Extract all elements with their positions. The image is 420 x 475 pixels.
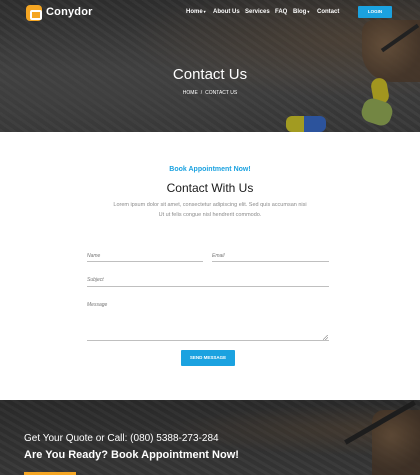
caret-down-icon: ▾ — [307, 9, 310, 14]
nav-item-home[interactable]: Home▾ — [186, 9, 206, 15]
send-message-button[interactable]: SEND MESSAGE — [181, 350, 235, 366]
section-description: Lorem ipsum dolor sit amet, consectetur … — [113, 202, 307, 218]
nav-item-faq[interactable]: FAQ — [275, 9, 287, 15]
nav-item-label: Blog — [293, 9, 307, 15]
cta-heading: Are You Ready? Book Appointment Now! — [24, 449, 239, 461]
section-subtitle: Book Appointment Now! — [169, 166, 251, 173]
breadcrumb: HOME / CONTACT US — [0, 90, 420, 96]
resize-grip-icon[interactable] — [323, 335, 328, 340]
email-field[interactable] — [212, 250, 329, 262]
caret-down-icon: ▾ — [203, 9, 206, 14]
section-title: Contact With Us — [166, 181, 254, 195]
breadcrumb-home[interactable]: HOME — [183, 90, 198, 96]
subject-field[interactable] — [87, 274, 329, 287]
breadcrumb-current: CONTACT US — [205, 90, 238, 96]
page-title: Contact Us — [172, 66, 248, 83]
nav-item-label: Home — [186, 9, 203, 15]
message-field[interactable] — [87, 301, 329, 341]
brand-name[interactable]: Conydor — [46, 6, 93, 18]
cta-quote-text: Get Your Quote or Call: (080) 5388-273-2… — [24, 433, 219, 444]
name-field[interactable] — [87, 250, 203, 262]
construction-logo-icon[interactable] — [26, 5, 42, 21]
nav-item-contact[interactable]: Contact — [317, 9, 339, 15]
nav-item-about[interactable]: About Us — [213, 9, 240, 15]
login-button[interactable]: LOGIN — [358, 6, 392, 18]
nav-item-services[interactable]: Services — [245, 9, 270, 15]
nav-item-blog[interactable]: Blog▾ — [293, 9, 309, 15]
breadcrumb-separator: / — [200, 90, 203, 96]
